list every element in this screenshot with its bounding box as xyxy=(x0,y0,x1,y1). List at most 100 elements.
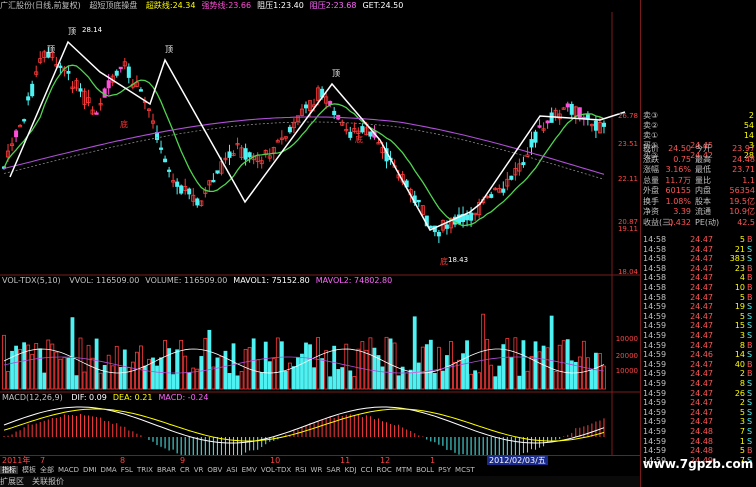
candle-body xyxy=(332,110,337,116)
volume-bar xyxy=(171,374,176,390)
volume-bar xyxy=(114,345,119,390)
indicator-tab-dmi[interactable]: DMI xyxy=(83,466,97,474)
indicator-tab-roc[interactable]: ROC xyxy=(376,466,391,474)
top-bottom-mark: 顶 xyxy=(332,69,340,78)
volume-bar xyxy=(517,375,522,390)
indicator-tab-cci[interactable]: CCI xyxy=(361,466,373,474)
volume-bar xyxy=(553,371,558,390)
chart-canvas[interactable]: 顶顶 顶顶底底底28.1418.43 xyxy=(0,12,640,461)
date-axis-label: 7 xyxy=(40,456,46,465)
volume-bar xyxy=(243,348,248,390)
volume-bar xyxy=(259,372,264,390)
volume-bar xyxy=(473,370,478,390)
volume-bar xyxy=(380,366,385,390)
volume-bar xyxy=(412,316,417,390)
quote-stat-row: 换手 1.08% 股本 19.5亿 xyxy=(641,196,756,207)
footer-tab-bar[interactable]: 扩展区 关联报价 xyxy=(0,476,640,487)
volume-bar xyxy=(34,343,39,390)
volume-bar xyxy=(602,365,606,390)
indicator-tab-rsi[interactable]: RSI xyxy=(295,466,306,474)
stat-label: 净资 xyxy=(643,207,659,216)
date-axis-label: 2011年 xyxy=(2,456,31,465)
volume-bar xyxy=(541,345,546,390)
footer-tab-1[interactable]: 关联报价 xyxy=(32,477,64,486)
candle-body xyxy=(22,119,27,122)
indicator-tab-sar[interactable]: SAR xyxy=(326,466,340,474)
volume-bar xyxy=(14,345,18,390)
indicator-tab-psy[interactable]: PSY xyxy=(438,466,451,474)
indicator-tab-emv[interactable]: EMV xyxy=(242,466,257,474)
candlestick-chart[interactable]: 顶顶顶顶底底底 28.14 18.43 xyxy=(0,12,640,472)
stat-value: 60155 xyxy=(665,186,691,195)
footer-tab-0[interactable]: 扩展区 xyxy=(0,477,24,486)
volume-bar xyxy=(493,376,498,390)
volume-bar xyxy=(529,356,534,390)
top-bottom-mark: 底 xyxy=(120,119,128,129)
candle-body xyxy=(175,181,180,187)
indicator-tab-mtm[interactable]: MTM xyxy=(396,466,412,474)
quote-stat-row: 涨跌 0.75 最高 24.48 xyxy=(641,154,756,165)
indicator-tab-obv[interactable]: OBV xyxy=(207,466,222,474)
volume-bar xyxy=(396,375,401,390)
top-bottom-mark: 底 xyxy=(440,256,448,266)
volume-bar xyxy=(368,337,373,390)
indicator-tab-cr[interactable]: CR xyxy=(180,466,190,474)
moving-average-line xyxy=(3,116,605,175)
indicator-tab-vr[interactable]: VR xyxy=(194,466,204,474)
indicator-tab-vol-tdx[interactable]: VOL-TDX xyxy=(261,466,291,474)
volume-bar xyxy=(352,376,357,390)
volume-bar xyxy=(122,349,127,390)
candle-body xyxy=(533,131,538,143)
price-axis-label: 18.04 xyxy=(617,268,638,276)
volume-bar xyxy=(251,338,256,390)
macd-values: DIF: 0.09 DEA: 0.21 MACD: -0.24 xyxy=(71,393,214,402)
volume-bar xyxy=(235,375,240,390)
price-axis-label: 26.78 xyxy=(617,112,638,120)
stat-value-2: 42.5 xyxy=(737,217,755,227)
indicator-tab-macd[interactable]: MACD xyxy=(58,466,79,474)
stat-value: 0.75 xyxy=(673,154,691,164)
volume-bar xyxy=(203,337,208,390)
indicator-tab-kdj[interactable]: KDJ xyxy=(345,466,357,474)
volume-bar xyxy=(187,372,192,390)
indicator-value-1: 强势线:23.66 xyxy=(201,1,252,10)
candle-body xyxy=(159,147,164,150)
candle-body xyxy=(126,66,131,78)
volume-bar xyxy=(432,372,437,390)
candle-body xyxy=(187,188,192,195)
candle-body xyxy=(436,231,441,237)
indicator-tab-boll[interactable]: BOLL xyxy=(416,466,434,474)
indicator-tab-模板[interactable]: 模板 xyxy=(22,466,36,474)
top-bottom-mark: 顶 xyxy=(165,45,173,54)
indicator-tab-wr[interactable]: WR xyxy=(311,466,323,474)
indicator-tab-bar[interactable]: 指标 模板 全部 MACD DMI DMA FSL TRIX BRAR CR VR OBV ASI EMV… xyxy=(0,465,640,475)
candle-body xyxy=(593,120,598,131)
volume-bar xyxy=(549,315,554,390)
stat-label: 外盘 xyxy=(643,186,659,195)
candle-body xyxy=(509,175,514,180)
volume-bar xyxy=(70,317,75,390)
volume-axis-label: 20000 xyxy=(615,352,638,360)
date-axis-label: 8 xyxy=(120,456,126,465)
volume-bar xyxy=(469,373,473,390)
volume-bar xyxy=(304,342,308,390)
stat-label: 涨跌 xyxy=(643,154,659,164)
indicator-tab-asi[interactable]: ASI xyxy=(226,466,237,474)
volume-bar xyxy=(533,341,538,390)
volume-value-2: MAVOL1: 75152.80 xyxy=(233,276,310,285)
indicator-tab-trix[interactable]: TRIX xyxy=(137,466,153,474)
indicator-tab-fsl[interactable]: FSL xyxy=(121,466,133,474)
indicator-value-4: GET:24.50 xyxy=(362,1,404,10)
candle-body xyxy=(303,104,308,109)
volume-bar xyxy=(50,343,55,390)
stat-value-2: 19.5亿 xyxy=(729,196,755,206)
volume-bar xyxy=(54,351,59,390)
indicator-tab-brar[interactable]: BRAR xyxy=(157,466,176,474)
indicator-tab-mcst[interactable]: MCST xyxy=(455,466,475,474)
volume-bar xyxy=(74,375,79,390)
indicator-tab-dma[interactable]: DMA xyxy=(100,466,116,474)
volume-bar xyxy=(312,367,316,390)
indicator-tab-全部[interactable]: 全部 xyxy=(40,466,54,474)
volume-bar xyxy=(344,343,349,390)
indicator-tab-指标[interactable]: 指标 xyxy=(0,466,18,474)
